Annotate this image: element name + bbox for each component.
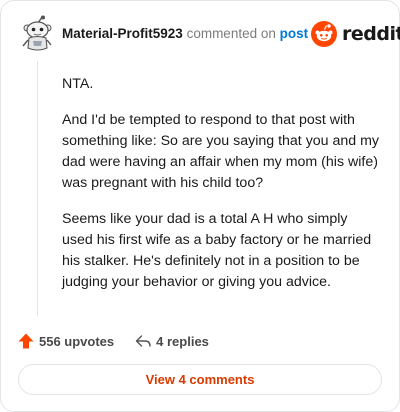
reply-arrow-icon [135,335,151,347]
reddit-alien-icon [311,21,337,47]
comment-header: Material-Profit5923 commented on post re… [1,1,400,65]
comment-meta: Material-Profit5923 commented on post [62,26,308,42]
comment-card: Material-Profit5923 commented on post re… [0,0,400,412]
comment-paragraph: And I'd be tempted to respond to that po… [62,112,380,191]
replies-button[interactable]: 4 replies [134,332,209,350]
snoo-avatar-icon[interactable] [20,15,54,53]
author-username[interactable]: Material-Profit5923 [62,26,183,41]
upvote-arrow-icon [18,333,34,349]
post-link[interactable]: post [280,26,309,41]
upvote-button[interactable]: 556 upvotes [17,332,114,350]
comment-paragraph: NTA. [62,76,94,92]
comment-paragraph: Seems like your dad is a total A H who s… [62,211,372,290]
commented-on-text: commented on [186,26,276,41]
view-comments-button[interactable]: View 4 comments [18,364,382,395]
reply-count: 4 replies [156,333,209,349]
reddit-wordmark: reddit [342,23,400,45]
reddit-brand[interactable]: reddit [311,20,400,48]
comment-body: NTA. And I'd be tempted to respond to th… [62,74,382,308]
upvote-count: 556 upvotes [39,333,115,349]
comment-actions: 556 upvotes 4 replies [17,330,209,352]
thread-line[interactable] [37,61,38,316]
